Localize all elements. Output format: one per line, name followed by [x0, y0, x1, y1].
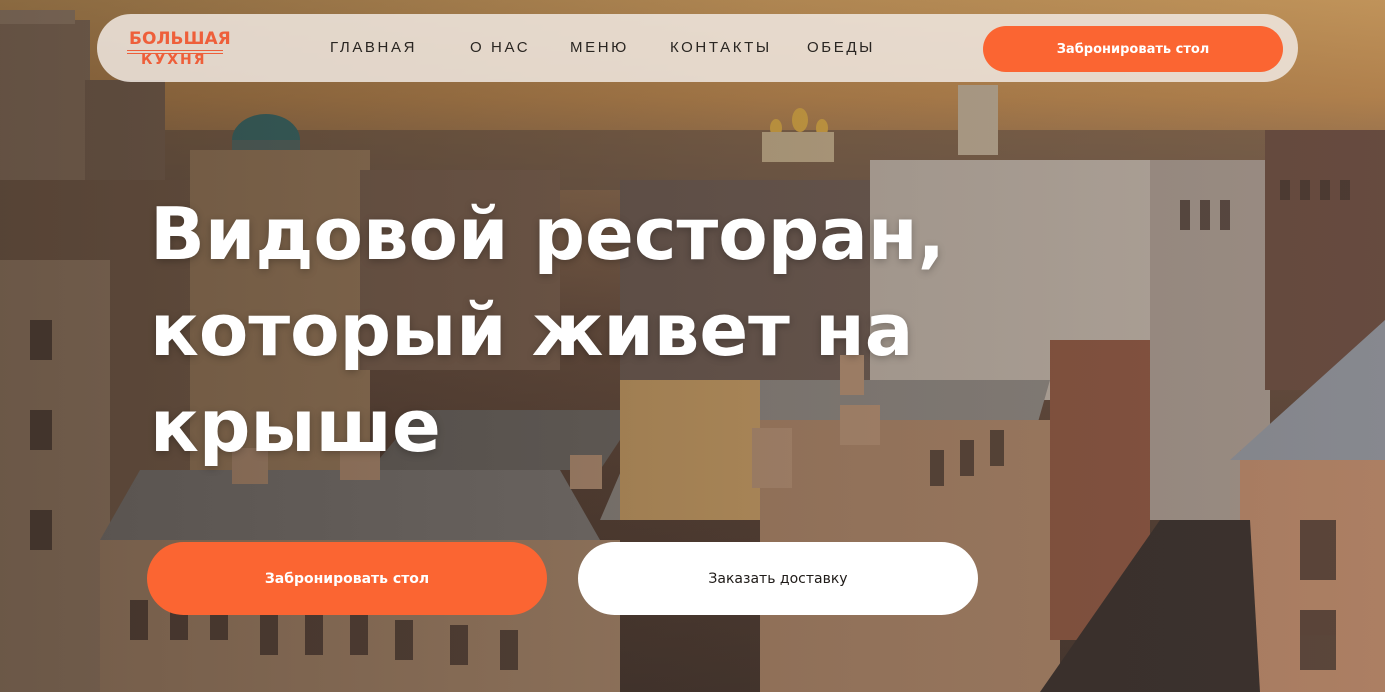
headline-line-3: крыше — [150, 384, 441, 468]
nav-item-lunches[interactable]: ОБЕДЫ — [807, 39, 875, 56]
logo-text-bottom: КУХНЯ — [141, 52, 207, 68]
top-navbar: БОЛЬШАЯ КУХНЯ ГЛАВНАЯ О НАС МЕНЮ КОНТАКТ… — [97, 14, 1298, 82]
headline-line-2: который живет на — [150, 288, 914, 372]
book-table-button[interactable]: Забронировать стол — [147, 542, 547, 615]
nav-book-table-button[interactable]: Забронировать стол — [983, 26, 1283, 72]
logo-text-top: БОЛЬШАЯ — [129, 29, 231, 49]
nav-item-home[interactable]: ГЛАВНАЯ — [330, 39, 417, 56]
nav-item-contacts[interactable]: КОНТАКТЫ — [670, 39, 772, 56]
order-delivery-button[interactable]: Заказать доставку — [578, 542, 978, 615]
headline-line-1: Видовой ресторан, — [150, 192, 945, 276]
nav-item-menu[interactable]: МЕНЮ — [570, 39, 629, 56]
nav-item-about[interactable]: О НАС — [470, 39, 530, 56]
hero-headline: Видовой ресторан, который живет на крыше — [150, 186, 1050, 474]
brand-logo[interactable]: БОЛЬШАЯ КУХНЯ — [125, 26, 231, 72]
